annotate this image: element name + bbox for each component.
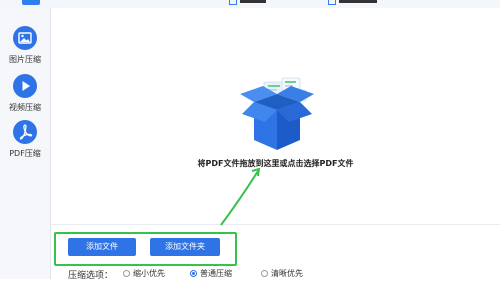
add-folder-button[interactable]: 添加文件夹 (150, 238, 220, 256)
image-icon (13, 26, 37, 50)
sidebar-item-video-compress[interactable]: 视频压缩 (0, 74, 50, 120)
toolbar-icon[interactable] (328, 0, 336, 5)
sidebar-item-label: 图片压缩 (9, 55, 41, 64)
radio-normal-compress[interactable] (190, 270, 197, 277)
app-logo (22, 0, 40, 5)
sidebar: 图片压缩 视频压缩 PDF压缩 (0, 8, 51, 279)
toolbar-item[interactable] (240, 0, 266, 3)
radio-clarity-first[interactable] (261, 270, 268, 277)
sidebar-item-image-compress[interactable]: 图片压缩 (0, 26, 50, 72)
radio-label: 清晰优先 (271, 269, 303, 278)
toolbar-item[interactable] (339, 0, 377, 3)
sidebar-item-label: PDF压缩 (9, 149, 41, 158)
sidebar-item-pdf-compress[interactable]: PDF压缩 (0, 120, 50, 166)
compression-options-label: 压缩选项： (68, 271, 114, 281)
main-panel: 将PDF文件拖放到这里或点击选择PDF文件 添加文件 添加文件夹 压缩选项： 缩… (51, 8, 500, 281)
open-box-icon (240, 77, 314, 150)
play-icon (13, 74, 37, 98)
radio-label: 缩小优先 (133, 269, 165, 278)
pdf-icon (13, 120, 37, 144)
radio-label: 普通压缩 (200, 269, 232, 278)
drop-zone-hint: 将PDF文件拖放到这里或点击选择PDF文件 (197, 159, 354, 168)
sidebar-item-label: 视频压缩 (9, 103, 41, 112)
add-file-button[interactable]: 添加文件 (68, 238, 136, 256)
top-toolbar (0, 0, 500, 8)
radio-shrink-first[interactable] (123, 270, 130, 277)
toolbar-icon[interactable] (229, 0, 237, 5)
pdf-drop-zone[interactable]: 将PDF文件拖放到这里或点击选择PDF文件 (51, 8, 500, 225)
